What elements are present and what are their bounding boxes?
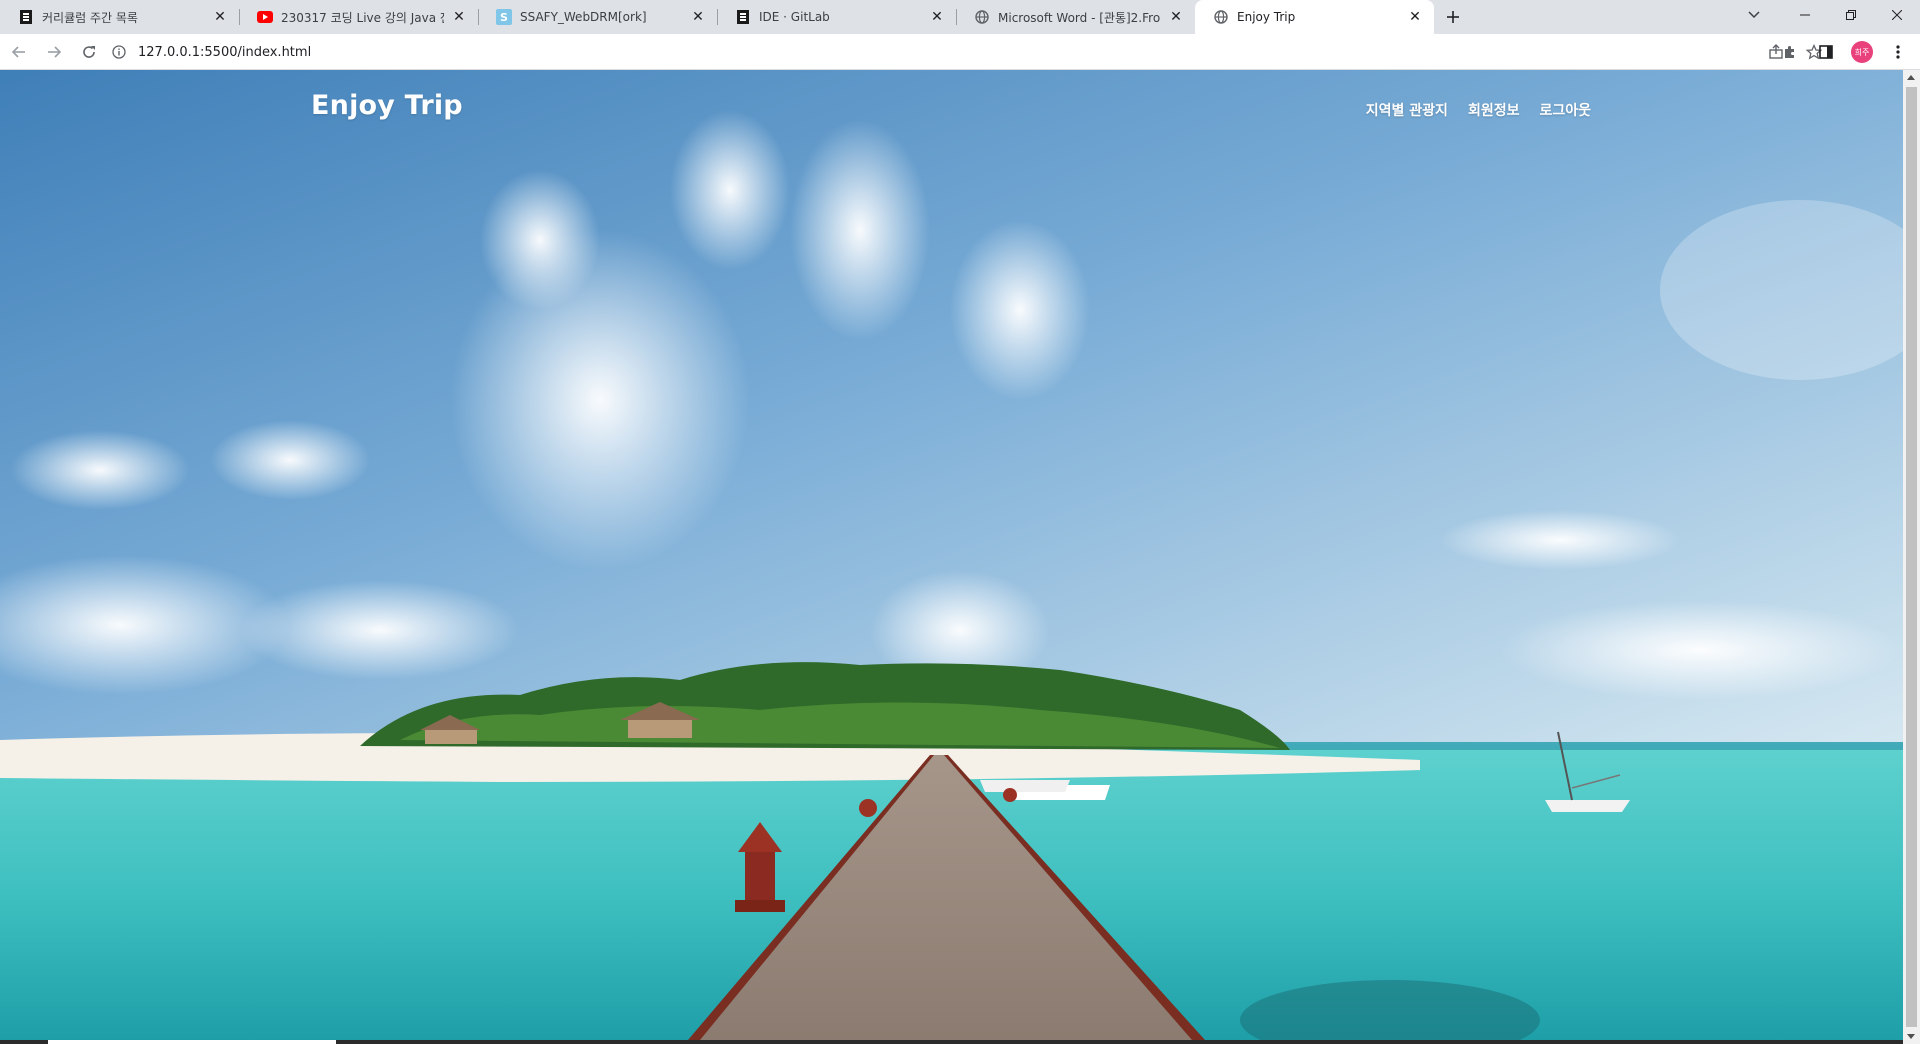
tab-title: Microsoft Word - [관통]2.FrontE [998,10,1161,25]
tab-title: Enjoy Trip [1237,10,1296,24]
browser-tab[interactable]: IDE · GitLab ✕ [717,0,956,34]
url-text: 127.0.0.1:5500/index.html [138,44,312,60]
info-icon[interactable] [108,41,130,63]
menu-button[interactable] [1882,36,1914,68]
close-icon[interactable]: ✕ [450,8,468,26]
svg-text:S: S [500,11,508,24]
new-tab-button[interactable] [1436,0,1470,34]
close-icon[interactable]: ✕ [689,8,707,26]
youtube-icon [257,9,273,25]
globe-icon [974,9,990,25]
restore-button[interactable] [1828,0,1874,30]
tab-search-button[interactable] [1734,0,1774,30]
tab-strip: 커리큘럼 주간 목록 ✕ 230317 코딩 Live 강의 Java 전공 ✕… [0,0,1920,34]
brand-logo[interactable]: Enjoy Trip [311,90,463,121]
chevron-down-icon [1748,11,1760,19]
profile-button[interactable]: 희주 [1846,36,1878,68]
arrow-right-icon [48,45,62,58]
tab-title: 커리큘럼 주간 목록 [42,10,138,25]
hero-background-image [0,70,1903,1040]
minimize-button[interactable] [1782,0,1828,30]
back-button[interactable] [3,36,35,68]
window-controls [1782,0,1920,30]
avatar: 희주 [1851,41,1873,63]
browser-tab[interactable]: Microsoft Word - [관통]2.FrontE ✕ [956,0,1195,34]
site-header: Enjoy Trip 지역별 관광지 회원정보 로그아웃 [0,70,1903,150]
minimize-icon [1800,14,1810,16]
tab-title: SSAFY_WebDRM[ork] [520,10,647,24]
ssafy-logo-icon [18,9,34,25]
side-panel-icon [1819,45,1833,59]
browser-tab[interactable]: S SSAFY_WebDRM[ork] ✕ [478,0,717,34]
ssafy-s-icon: S [496,9,512,25]
scroll-up-arrow-icon[interactable] [1907,75,1915,80]
page-viewport: Enjoy Trip 지역별 관광지 회원정보 로그아웃 [0,70,1903,1040]
forward-button[interactable] [38,36,70,68]
more-vertical-icon [1896,45,1900,59]
extensions-button[interactable] [1774,36,1806,68]
arrow-left-icon [11,45,25,58]
close-icon[interactable]: ✕ [1406,8,1424,26]
close-icon[interactable]: ✕ [928,8,946,26]
close-icon [1892,10,1902,20]
globe-icon [1213,9,1229,25]
close-icon[interactable]: ✕ [211,8,229,26]
toolbar-actions: 희주 [1774,36,1914,68]
vertical-scrollbar[interactable] [1903,70,1920,1044]
tab-title: IDE · GitLab [759,10,830,24]
scroll-down-arrow-icon[interactable] [1907,1034,1915,1039]
main-nav: 지역별 관광지 회원정보 로그아웃 [1366,100,1591,120]
nav-link-regional-attractions[interactable]: 지역별 관광지 [1366,100,1448,120]
browser-tab[interactable]: 커리큘럼 주간 목록 ✕ [0,0,239,34]
browser-tab-active[interactable]: Enjoy Trip ✕ [1195,0,1434,34]
nav-link-logout[interactable]: 로그아웃 [1539,100,1591,120]
restore-icon [1846,10,1856,20]
reload-button[interactable] [73,36,105,68]
browser-toolbar: 127.0.0.1:5500/index.html 희주 [0,34,1920,70]
reload-icon [83,45,95,58]
horizontal-scrollbar[interactable] [0,1040,1903,1044]
browser-tab[interactable]: 230317 코딩 Live 강의 Java 전공 ✕ [239,0,478,34]
puzzle-icon [1785,46,1794,58]
close-icon[interactable]: ✕ [1167,8,1185,26]
side-panel-button[interactable] [1810,36,1842,68]
nav-link-member-info[interactable]: 회원정보 [1468,100,1520,120]
address-bar[interactable]: 127.0.0.1:5500/index.html [108,37,1758,67]
horizontal-scrollbar-thumb[interactable] [48,1040,336,1044]
close-window-button[interactable] [1874,0,1920,30]
scrollbar-thumb[interactable] [1906,87,1917,1027]
ssafy-logo-icon [735,9,751,25]
plus-icon [1447,11,1459,23]
tab-title: 230317 코딩 Live 강의 Java 전공 [281,10,444,25]
